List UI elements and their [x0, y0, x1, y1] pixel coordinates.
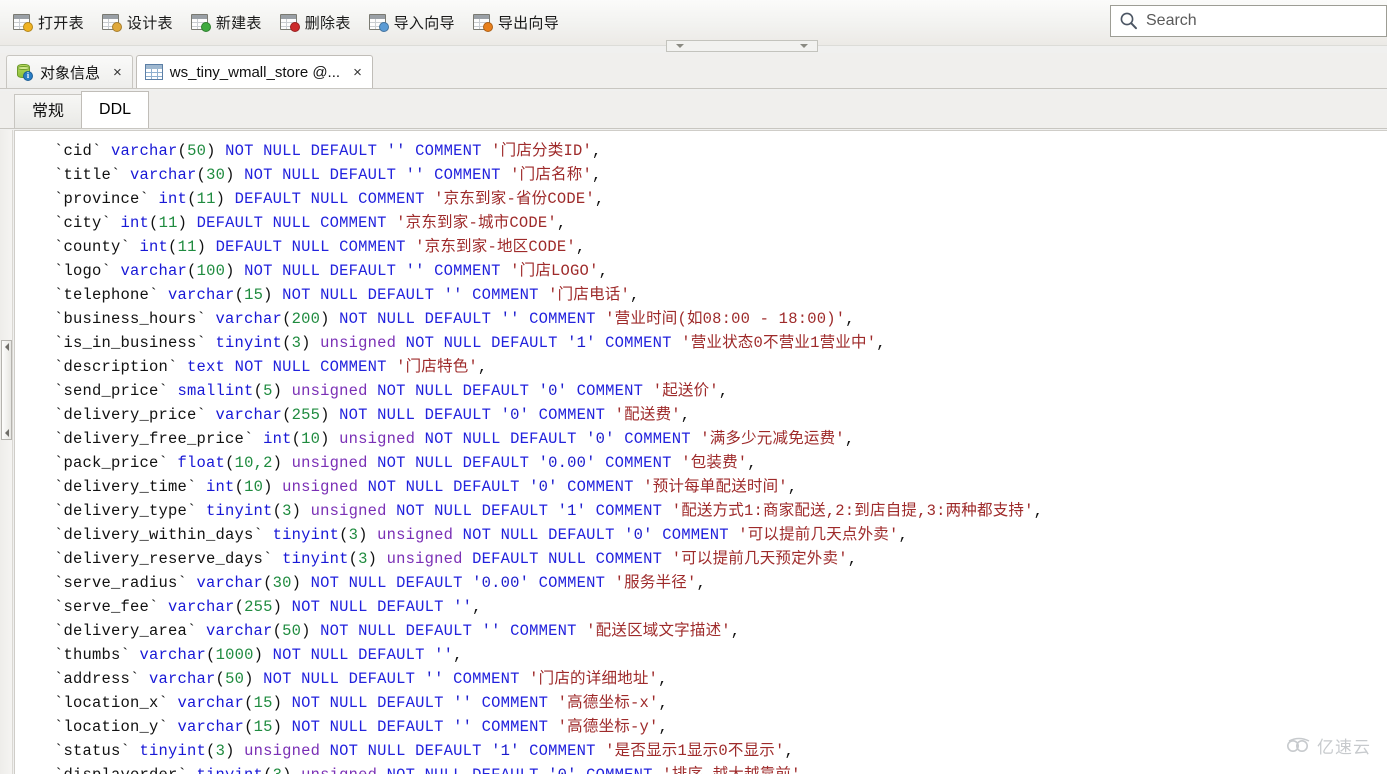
toolbar-button-label: 导入向导 — [394, 12, 455, 33]
delete-table-icon — [280, 14, 300, 32]
import-wizard-icon — [369, 14, 389, 32]
ddl-line: `is_in_business` tinyint(3) unsigned NOT… — [35, 331, 1387, 355]
ddl-line: `county` int(11) DEFAULT NULL COMMENT '京… — [35, 235, 1387, 259]
ddl-line: `title` varchar(30) NOT NULL DEFAULT '' … — [35, 163, 1387, 187]
close-icon[interactable]: × — [353, 65, 362, 80]
export-wizard-icon — [473, 14, 493, 32]
open-table-button[interactable]: 打开表 — [8, 8, 91, 37]
ddl-line: `status` tinyint(3) unsigned NOT NULL DE… — [35, 739, 1387, 763]
sub-tab-bar: 常规 DDL — [0, 91, 1387, 129]
ddl-line: `displayorder` tinyint(3) unsigned NOT N… — [35, 763, 1387, 774]
ddl-line: `serve_fee` varchar(255) NOT NULL DEFAUL… — [35, 595, 1387, 619]
ddl-line: `cid` varchar(50) NOT NULL DEFAULT '' CO… — [35, 139, 1387, 163]
open-table-icon — [13, 14, 33, 32]
chevron-left-icon-bottom — [5, 429, 9, 437]
toolbar-button-label: 打开表 — [38, 12, 84, 33]
ddl-line: `province` int(11) DEFAULT NULL COMMENT … — [35, 187, 1387, 211]
ddl-line: `delivery_reserve_days` tinyint(3) unsig… — [35, 547, 1387, 571]
toolbar-button-label: 导出向导 — [498, 12, 559, 33]
chevron-down-icon-left — [676, 44, 684, 48]
doc-tab-object-info[interactable]: i 对象信息 × — [6, 55, 133, 88]
document-tab-bar: i 对象信息 × ws_tiny_wmall_store @... × — [0, 53, 1387, 89]
ddl-line: `location_y` varchar(15) NOT NULL DEFAUL… — [35, 715, 1387, 739]
new-table-button[interactable]: 新建表 — [186, 8, 269, 37]
ddl-line: `serve_radius` varchar(30) NOT NULL DEFA… — [35, 571, 1387, 595]
database-info-icon: i — [15, 63, 33, 81]
ddl-line: `delivery_price` varchar(255) NOT NULL D… — [35, 403, 1387, 427]
ddl-line: `business_hours` varchar(200) NOT NULL D… — [35, 307, 1387, 331]
close-icon[interactable]: × — [113, 65, 122, 80]
toolbar-overflow-splitter[interactable] — [666, 40, 818, 52]
search-icon — [1119, 11, 1139, 31]
toolbar-button-label: 设计表 — [127, 12, 173, 33]
doc-tab-label: ws_tiny_wmall_store @... — [170, 64, 340, 81]
toolbar-button-label: 新建表 — [216, 12, 262, 33]
export-wizard-button[interactable]: 导出向导 — [468, 8, 566, 37]
table-icon — [145, 64, 163, 80]
ddl-line: `description` text NOT NULL COMMENT '门店特… — [35, 355, 1387, 379]
doc-tab-label: 对象信息 — [40, 62, 100, 83]
ddl-editor[interactable]: `cid` varchar(50) NOT NULL DEFAULT '' CO… — [14, 130, 1387, 774]
design-table-icon — [102, 14, 122, 32]
doc-tab-ws-tiny-wmall-store[interactable]: ws_tiny_wmall_store @... × — [136, 55, 373, 88]
search-input[interactable] — [1139, 5, 1386, 37]
chevron-down-icon-right — [800, 44, 808, 48]
ddl-line: `city` int(11) DEFAULT NULL COMMENT '京东到… — [35, 211, 1387, 235]
new-table-icon — [191, 14, 211, 32]
ddl-line: `address` varchar(50) NOT NULL DEFAULT '… — [35, 667, 1387, 691]
ddl-line: `pack_price` float(10,2) unsigned NOT NU… — [35, 451, 1387, 475]
ddl-line: `thumbs` varchar(1000) NOT NULL DEFAULT … — [35, 643, 1387, 667]
search-box[interactable] — [1110, 5, 1387, 37]
toolbar-button-label: 删除表 — [305, 12, 351, 33]
tab-general[interactable]: 常规 — [14, 94, 82, 128]
ddl-line: `delivery_type` tinyint(3) unsigned NOT … — [35, 499, 1387, 523]
ddl-line: `send_price` smallint(5) unsigned NOT NU… — [35, 379, 1387, 403]
delete-table-button[interactable]: 删除表 — [275, 8, 358, 37]
import-wizard-button[interactable]: 导入向导 — [364, 8, 462, 37]
left-splitter[interactable] — [0, 130, 13, 774]
chevron-left-icon-top — [5, 343, 9, 351]
splitter-handle[interactable] — [1, 340, 12, 440]
ddl-line: `location_x` varchar(15) NOT NULL DEFAUL… — [35, 691, 1387, 715]
design-table-button[interactable]: 设计表 — [97, 8, 180, 37]
ddl-code-text[interactable]: `cid` varchar(50) NOT NULL DEFAULT '' CO… — [15, 139, 1387, 774]
ddl-line: `delivery_free_price` int(10) unsigned N… — [35, 427, 1387, 451]
ddl-line: `delivery_time` int(10) unsigned NOT NUL… — [35, 475, 1387, 499]
ddl-line: `delivery_within_days` tinyint(3) unsign… — [35, 523, 1387, 547]
ddl-line: `telephone` varchar(15) NOT NULL DEFAULT… — [35, 283, 1387, 307]
ddl-line: `logo` varchar(100) NOT NULL DEFAULT '' … — [35, 259, 1387, 283]
ddl-line: `delivery_area` varchar(50) NOT NULL DEF… — [35, 619, 1387, 643]
nav-tool-window: 打开表 设计表 新建表 删除表 导入向导 导出向导 i 对象信息 × ws_tiny_wm… — [0, 0, 1387, 774]
tab-ddl[interactable]: DDL — [81, 91, 149, 128]
